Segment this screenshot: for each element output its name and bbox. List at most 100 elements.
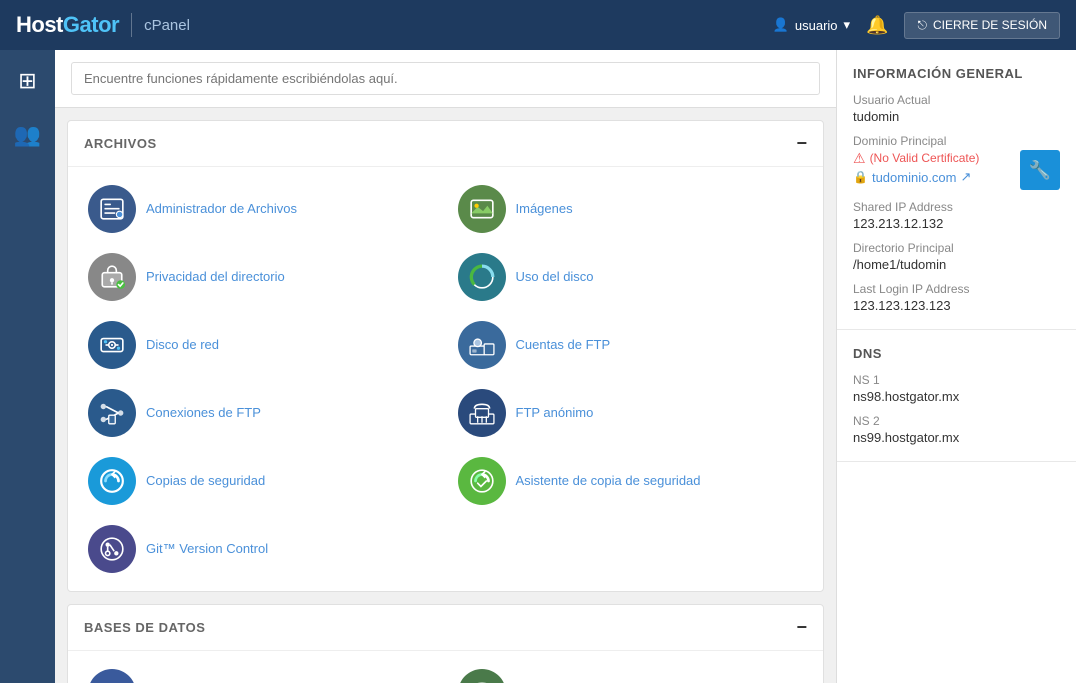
cert-warning: ⚠ (No Valid Certificate) xyxy=(853,150,1012,167)
domain-name: tudominio.com xyxy=(872,170,957,185)
dns-section: DNS NS 1 ns98.hostgator.mx NS 2 ns99.hos… xyxy=(837,330,1076,462)
sidebar-item-grid[interactable]: ⊞ xyxy=(12,62,42,100)
item-label: Asistente de copia de seguridad xyxy=(516,473,701,490)
list-item[interactable]: Conexiones de FTP xyxy=(76,379,446,447)
lock-icon: 🔒 xyxy=(853,170,868,184)
list-item[interactable]: phpMyAdmin xyxy=(76,659,446,683)
bases-grid: phpMyAdmin Bases de datos MySQL® xyxy=(76,659,815,683)
domain-warning-text: (No Valid Certificate) xyxy=(870,151,980,167)
sidebar: ⊞ 👥 xyxy=(0,50,55,683)
mysql-icon xyxy=(458,669,506,683)
logout-button[interactable]: ⎋ CIERRE DE SESIÓN xyxy=(904,12,1060,39)
current-user-value: tudomin xyxy=(853,109,1060,124)
shared-ip-value: 123.213.12.132 xyxy=(853,216,1060,231)
section-bases-de-datos: BASES DE DATOS − phpMyAdmin xyxy=(67,604,824,683)
section-archivos-header: ARCHIVOS − xyxy=(68,121,823,167)
item-label: Privacidad del directorio xyxy=(146,269,285,286)
domain-link[interactable]: 🔒 tudominio.com ↗ xyxy=(853,169,1012,185)
chevron-down-icon: ▾ xyxy=(844,17,851,33)
layout: ⊞ 👥 ARCHIVOS − Administrador d xyxy=(0,50,1076,683)
privacy-icon xyxy=(88,253,136,301)
ns2-value: ns99.hostgator.mx xyxy=(853,430,1060,445)
list-item[interactable]: Git™ Version Control xyxy=(76,515,446,583)
list-item[interactable]: Administrador de Archivos xyxy=(76,175,446,243)
section-archivos: ARCHIVOS − Administrador de Archivos xyxy=(67,120,824,592)
list-item[interactable]: Bases de datos MySQL® xyxy=(446,659,816,683)
section-bases-title: BASES DE DATOS xyxy=(84,620,205,635)
ftp-connections-icon xyxy=(88,389,136,437)
logout-label: CIERRE DE SESIÓN xyxy=(933,18,1047,32)
phpmyadmin-icon xyxy=(88,669,136,683)
list-item[interactable]: Copias de seguridad xyxy=(76,447,446,515)
section-archivos-toggle[interactable]: − xyxy=(796,133,807,154)
archivos-grid: Administrador de Archivos Imágenes xyxy=(76,175,815,583)
item-label: Administrador de Archivos xyxy=(146,201,297,218)
current-user-label: Usuario Actual xyxy=(853,93,1060,107)
cpanel-label: cPanel xyxy=(144,17,190,34)
section-bases-header: BASES DE DATOS − xyxy=(68,605,823,651)
brand-gator: Gator xyxy=(63,12,119,37)
list-item[interactable]: Uso del disco xyxy=(446,243,816,311)
images-icon xyxy=(458,185,506,233)
list-item[interactable]: Privacidad del directorio xyxy=(76,243,446,311)
search-bar xyxy=(55,50,836,108)
wrench-button[interactable]: 🔧 xyxy=(1020,150,1060,190)
item-label: Imágenes xyxy=(516,201,573,218)
section-archivos-body: Administrador de Archivos Imágenes xyxy=(68,167,823,591)
ns2-label: NS 2 xyxy=(853,414,1060,428)
item-label: Conexiones de FTP xyxy=(146,405,261,422)
ftp-anon-icon xyxy=(458,389,506,437)
user-menu[interactable]: 👤 usuario ▾ xyxy=(773,17,850,33)
list-item[interactable]: FTP anónimo xyxy=(446,379,816,447)
list-item[interactable]: Disco de red xyxy=(76,311,446,379)
brand-host: Host xyxy=(16,12,63,37)
item-label: Git™ Version Control xyxy=(146,541,268,558)
user-icon: 👤 xyxy=(773,17,789,33)
external-link-icon: ↗ xyxy=(961,169,972,185)
section-bases-toggle[interactable]: − xyxy=(796,617,807,638)
search-input[interactable] xyxy=(71,62,820,95)
header-divider xyxy=(131,13,132,37)
ftp-accounts-icon xyxy=(458,321,506,369)
header-right: 👤 usuario ▾ 🔔 ⎋ CIERRE DE SESIÓN xyxy=(773,12,1060,39)
last-login-ip-value: 123.123.123.123 xyxy=(853,298,1060,313)
general-info-section: INFORMACIÓN GENERAL Usuario Actual tudom… xyxy=(837,50,1076,330)
last-login-ip-label: Last Login IP Address xyxy=(853,282,1060,296)
notifications-button[interactable]: 🔔 xyxy=(866,15,888,36)
header: HostGator cPanel 👤 usuario ▾ 🔔 ⎋ CIERRE … xyxy=(0,0,1076,50)
file-manager-icon xyxy=(88,185,136,233)
general-info-title: INFORMACIÓN GENERAL xyxy=(853,66,1060,81)
warning-icon: ⚠ xyxy=(853,150,866,167)
item-label: FTP anónimo xyxy=(516,405,594,422)
backup-icon xyxy=(88,457,136,505)
logo: HostGator xyxy=(16,12,119,38)
domain-info: ⚠ (No Valid Certificate) 🔒 tudominio.com… xyxy=(853,150,1012,185)
shared-ip-label: Shared IP Address xyxy=(853,200,1060,214)
item-label: Copias de seguridad xyxy=(146,473,265,490)
ns1-label: NS 1 xyxy=(853,373,1060,387)
item-label: Disco de red xyxy=(146,337,219,354)
header-left: HostGator cPanel xyxy=(16,12,190,38)
disk-icon xyxy=(458,253,506,301)
dns-title: DNS xyxy=(853,346,1060,361)
user-label: usuario xyxy=(795,18,838,33)
network-disk-icon xyxy=(88,321,136,369)
brand-text: HostGator xyxy=(16,12,119,38)
ns1-value: ns98.hostgator.mx xyxy=(853,389,1060,404)
section-archivos-title: ARCHIVOS xyxy=(84,136,157,151)
item-label: Cuentas de FTP xyxy=(516,337,611,354)
backup-wizard-icon xyxy=(458,457,506,505)
home-dir-value: /home1/tudomin xyxy=(853,257,1060,272)
list-item[interactable]: Asistente de copia de seguridad xyxy=(446,447,816,515)
sidebar-item-users[interactable]: 👥 xyxy=(8,116,47,154)
item-label: Uso del disco xyxy=(516,269,594,286)
list-item[interactable]: Imágenes xyxy=(446,175,816,243)
main-content: ARCHIVOS − Administrador de Archivos xyxy=(55,50,836,683)
logout-icon: ⎋ xyxy=(917,18,927,33)
section-bases-body: phpMyAdmin Bases de datos MySQL® xyxy=(68,651,823,683)
right-sidebar: INFORMACIÓN GENERAL Usuario Actual tudom… xyxy=(836,50,1076,683)
main-domain-label: Dominio Principal xyxy=(853,134,1060,148)
git-icon xyxy=(88,525,136,573)
list-item[interactable]: Cuentas de FTP xyxy=(446,311,816,379)
domain-block: ⚠ (No Valid Certificate) 🔒 tudominio.com… xyxy=(853,150,1060,190)
